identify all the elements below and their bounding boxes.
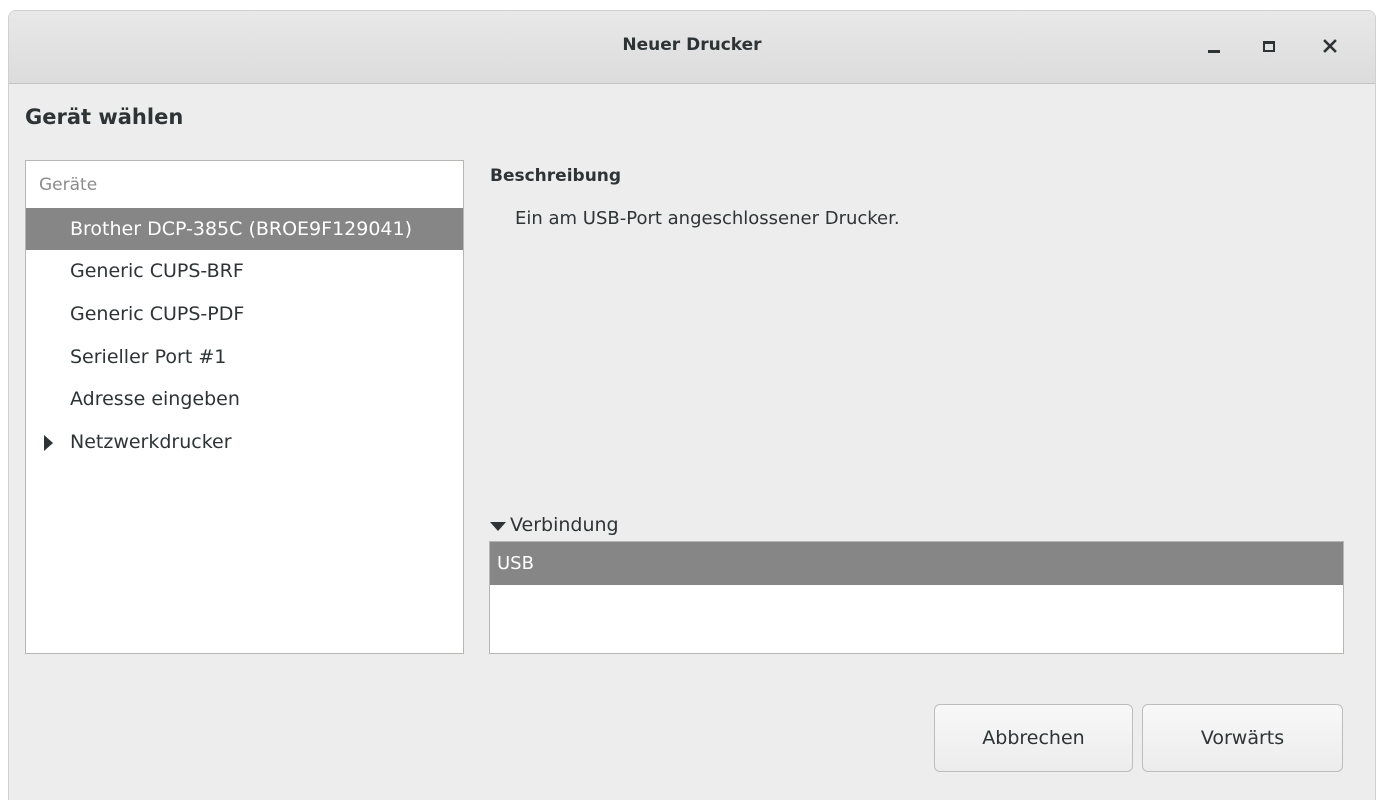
cancel-button[interactable]: Abbrechen <box>934 704 1133 772</box>
device-item-network-printer[interactable]: Netzwerkdrucker <box>26 421 463 463</box>
minimize-button[interactable] <box>1199 31 1229 61</box>
close-icon <box>1323 39 1337 53</box>
titlebar[interactable]: Neuer Drucker <box>9 11 1375 84</box>
connection-expander-label[interactable]: Verbindung <box>510 514 619 536</box>
device-item-label: Serieller Port #1 <box>70 346 227 368</box>
connection-list[interactable]: USB <box>489 541 1344 654</box>
devices-column-header: Geräte <box>39 175 98 195</box>
device-item-enter-address[interactable]: Adresse eingeben <box>26 378 463 420</box>
minimize-icon <box>1208 49 1220 53</box>
device-item-generic-cups-brf[interactable]: Generic CUPS-BRF <box>26 250 463 292</box>
device-item-label: Adresse eingeben <box>70 388 240 410</box>
description-text: Ein am USB-Port angeschlossener Drucker. <box>515 208 900 229</box>
device-item-generic-cups-pdf[interactable]: Generic CUPS-PDF <box>26 293 463 335</box>
description-title: Beschreibung <box>490 166 622 186</box>
connection-item-usb[interactable]: USB <box>490 542 1343 585</box>
device-item-label: Netzwerkdrucker <box>70 431 232 453</box>
maximize-icon <box>1263 40 1275 52</box>
maximize-button[interactable] <box>1254 31 1284 61</box>
device-item-brother[interactable]: Brother DCP-385C (BROE9F129041) <box>26 208 463 250</box>
device-item-label: Generic CUPS-PDF <box>70 303 245 325</box>
devices-list[interactable]: Geräte Brother DCP-385C (BROE9F129041) G… <box>25 160 464 654</box>
page-title: Gerät wählen <box>25 105 184 129</box>
connection-item-label: USB <box>497 553 534 574</box>
forward-button[interactable]: Vorwärts <box>1142 704 1343 772</box>
expander-expanded-icon[interactable] <box>490 522 506 531</box>
expander-collapsed-icon[interactable] <box>44 435 53 451</box>
device-item-label: Generic CUPS-BRF <box>70 260 244 282</box>
device-item-serial-port[interactable]: Serieller Port #1 <box>26 336 463 378</box>
device-item-label: Brother DCP-385C (BROE9F129041) <box>70 218 413 240</box>
window-title: Neuer Drucker <box>622 35 762 55</box>
close-button[interactable] <box>1315 31 1345 61</box>
